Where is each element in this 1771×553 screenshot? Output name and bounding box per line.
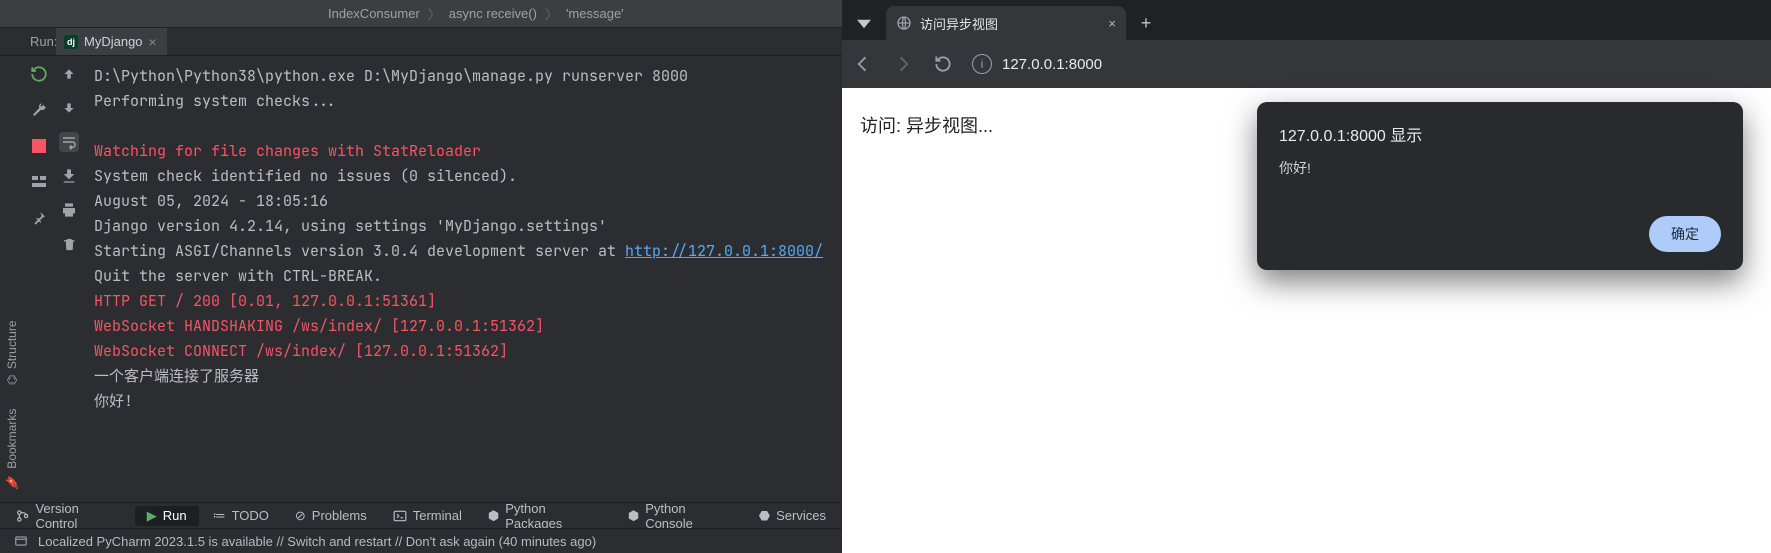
- browser-toolbar: i 127.0.0.1:8000: [842, 40, 1771, 88]
- close-icon[interactable]: ×: [149, 34, 157, 50]
- js-alert-dialog: 127.0.0.1:8000 显示 你好! 确定: [1257, 102, 1743, 270]
- run-gutter-primary: [24, 56, 54, 502]
- console-line: WebSocket HANDSHAKING /ws/index/ [127.0.…: [94, 316, 544, 336]
- console-line: Performing system checks...: [94, 91, 337, 111]
- console-line: Starting ASGI/Channels version 3.0.4 dev…: [94, 241, 823, 261]
- bookmarks-toolwindow-button[interactable]: 🔖 Bookmarks: [5, 409, 19, 490]
- browser-pane: 访问异步视图 × + i 127.0.0.1:8000 访问: 异步视图...: [842, 0, 1771, 553]
- tab-title: 访问异步视图: [920, 14, 1100, 33]
- reload-icon[interactable]: [932, 53, 954, 75]
- status-text[interactable]: Localized PyCharm 2023.1.5 is available …: [38, 534, 596, 549]
- dialog-body: 你好!: [1279, 158, 1721, 178]
- scroll-up-icon[interactable]: [59, 64, 79, 84]
- run-tab-mydjango[interactable]: dj MyDjango ×: [56, 28, 167, 55]
- structure-icon: ⌬: [5, 375, 19, 385]
- console-output[interactable]: D:\Python\Python38\python.exe D:\MyDjang…: [84, 56, 842, 502]
- run-tabs-row: Run: dj MyDjango ×: [0, 28, 842, 56]
- breadcrumb-part[interactable]: IndexConsumer: [320, 6, 428, 21]
- site-info-icon[interactable]: i: [972, 54, 992, 74]
- url-text: 127.0.0.1:8000: [1002, 56, 1102, 73]
- status-bar: Localized PyCharm 2023.1.5 is available …: [0, 528, 842, 553]
- breadcrumb-part[interactable]: async receive(): [441, 6, 545, 21]
- console-line: August 05, 2024 - 18:05:16: [94, 191, 328, 211]
- console-line: 你好!: [94, 391, 133, 411]
- dialog-ok-button[interactable]: 确定: [1649, 216, 1721, 252]
- page-text: 访问: 异步视图...: [860, 116, 993, 136]
- forward-icon[interactable]: [892, 53, 914, 75]
- run-gutter-secondary: [54, 56, 84, 502]
- scroll-to-end-icon[interactable]: [59, 166, 79, 186]
- stop-icon[interactable]: [29, 136, 49, 156]
- structure-toolwindow-button[interactable]: ⌬ Structure: [5, 320, 19, 385]
- todo-tool[interactable]: ≔TODO: [201, 506, 281, 526]
- left-vertical-rail: ⌬ Structure 🔖 Bookmarks: [0, 56, 24, 502]
- breadcrumb-sep: 〉: [428, 4, 441, 23]
- console-line: Watching for file changes with StatReloa…: [94, 141, 481, 161]
- console-line: 一个客户端连接了服务器: [94, 366, 259, 386]
- bottom-toolbar: Version Control ▶Run ≔TODO ⊘Problems Ter…: [0, 502, 842, 528]
- rerun-icon[interactable]: [29, 64, 49, 84]
- softwrap-icon[interactable]: [59, 132, 79, 152]
- browser-tab-strip: 访问异步视图 × +: [842, 0, 1771, 40]
- run-label: Run:: [0, 34, 56, 49]
- problems-tool[interactable]: ⊘Problems: [283, 506, 379, 526]
- run-tool[interactable]: ▶Run: [135, 506, 199, 526]
- layout-icon[interactable]: [29, 172, 49, 192]
- console-line: D:\Python\Python38\python.exe D:\MyDjang…: [94, 66, 688, 86]
- back-icon[interactable]: [852, 53, 874, 75]
- console-line: HTTP GET / 200 [0.01, 127.0.0.1:51361]: [94, 291, 436, 311]
- page-content: 访问: 异步视图... 127.0.0.1:8000 显示 你好! 确定: [842, 88, 1771, 553]
- console-line: System check identified no issues (0 sil…: [94, 166, 517, 186]
- pin-icon[interactable]: [29, 208, 49, 228]
- console-line: Quit the server with CTRL-BREAK.: [94, 266, 382, 286]
- new-tab-button[interactable]: +: [1132, 9, 1160, 37]
- scroll-down-icon[interactable]: [59, 98, 79, 118]
- print-icon[interactable]: [59, 200, 79, 220]
- dialog-title: 127.0.0.1:8000 显示: [1279, 122, 1721, 146]
- trash-icon[interactable]: [59, 234, 79, 254]
- run-tab-label: MyDjango: [84, 34, 143, 49]
- globe-icon: [896, 15, 912, 31]
- terminal-tool[interactable]: Terminal: [381, 506, 474, 525]
- breadcrumb-sep: 〉: [545, 4, 558, 23]
- server-url-link[interactable]: http://127.0.0.1:8000/: [625, 241, 823, 261]
- console-line: Django version 4.2.14, using settings 'M…: [94, 216, 607, 236]
- breadcrumb-part[interactable]: 'message': [558, 6, 632, 21]
- browser-tab-active[interactable]: 访问异步视图 ×: [886, 6, 1126, 40]
- breadcrumb: IndexConsumer 〉 async receive() 〉 'messa…: [0, 0, 842, 28]
- close-icon[interactable]: ×: [1108, 16, 1116, 31]
- services-tool[interactable]: ⬣Services: [747, 506, 838, 526]
- django-icon: dj: [64, 35, 78, 49]
- console-line: WebSocket CONNECT /ws/index/ [127.0.0.1:…: [94, 341, 508, 361]
- bookmark-icon: 🔖: [5, 475, 19, 490]
- wrench-icon[interactable]: [29, 100, 49, 120]
- ide-pane: IndexConsumer 〉 async receive() 〉 'messa…: [0, 0, 842, 553]
- address-bar[interactable]: i 127.0.0.1:8000: [972, 54, 1192, 74]
- tab-search-dropdown[interactable]: [848, 8, 880, 40]
- notification-icon[interactable]: [14, 534, 28, 548]
